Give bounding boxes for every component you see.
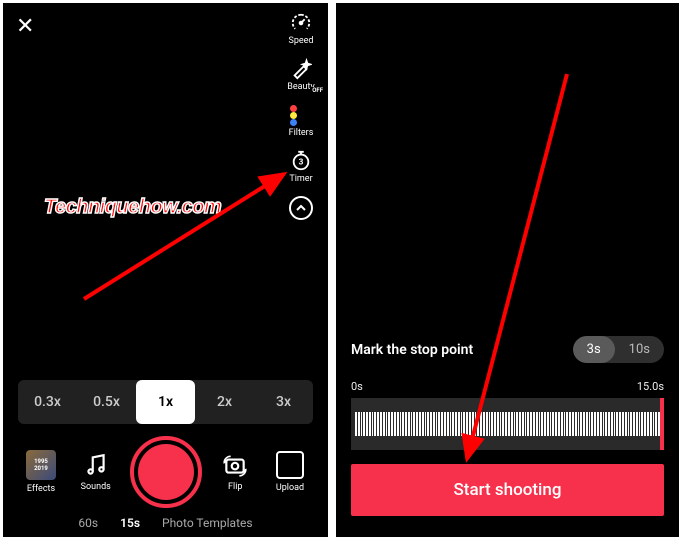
countdown-toggle: 3s 10s (573, 336, 664, 363)
tool-label: Filters (289, 128, 314, 138)
effects-label: Effects (27, 484, 55, 494)
speedometer-icon (290, 12, 312, 34)
stop-point-row: Mark the stop point 3s 10s (351, 336, 664, 363)
speed-1x[interactable]: 1x (136, 380, 195, 424)
filters-icon (290, 104, 312, 126)
tool-label: Speed (288, 36, 313, 46)
close-icon[interactable]: ✕ (16, 14, 34, 39)
countdown-3s[interactable]: 3s (573, 336, 615, 363)
stop-point-handle[interactable] (660, 398, 664, 450)
flip-camera-icon (222, 452, 248, 478)
mode-15s[interactable]: 15s (120, 516, 140, 530)
time-range-labels: 0s 15.0s (351, 380, 664, 393)
waveform-track[interactable] (351, 398, 664, 450)
start-shooting-button[interactable]: Start shooting (351, 464, 664, 516)
waveform-bars (351, 412, 664, 436)
upload-button[interactable]: Upload (269, 451, 311, 493)
upload-label: Upload (276, 483, 304, 493)
sounds-button[interactable]: Sounds (75, 452, 117, 492)
effects-button[interactable]: 19952019 Effects (20, 450, 62, 494)
stop-point-label: Mark the stop point (351, 342, 473, 358)
record-button[interactable] (130, 436, 202, 508)
timer-icon: 3 (290, 150, 312, 172)
speed-2x[interactable]: 2x (195, 380, 254, 424)
filters-tool[interactable]: Filters (281, 104, 321, 138)
beauty-tool[interactable]: OFF Beauty (281, 58, 321, 92)
flip-label: Flip (228, 482, 242, 492)
record-inner (138, 444, 194, 500)
beauty-off-badge: OFF (310, 87, 325, 94)
speed-tool[interactable]: Speed (281, 12, 321, 46)
collapse-tools-button[interactable] (289, 196, 313, 220)
speed-0.5x[interactable]: 0.5x (77, 380, 136, 424)
speed-selector: 0.3x 0.5x 1x 2x 3x (18, 380, 313, 424)
timer-panel: Mark the stop point 3s 10s 0s 15.0s Star… (336, 3, 679, 537)
camera-tools: Speed OFF Beauty Filters 3 Timer (281, 12, 321, 220)
bottom-toolbar: 19952019 Effects Sounds Flip Upload (4, 436, 327, 508)
svg-text:3: 3 (299, 158, 304, 168)
countdown-10s[interactable]: 10s (615, 336, 664, 363)
tool-label: Timer (289, 174, 312, 184)
time-start-label: 0s (351, 380, 363, 393)
speed-3x[interactable]: 3x (254, 380, 313, 424)
mode-selector: 60s 15s Photo Templates (4, 516, 327, 530)
upload-icon (276, 451, 304, 479)
flip-button[interactable]: Flip (214, 452, 256, 492)
annotation-arrow-timer (64, 159, 304, 309)
effects-thumbnail: 19952019 (26, 450, 56, 480)
mode-photo-templates[interactable]: Photo Templates (162, 516, 253, 530)
watermark-text: Techniquehow.com (44, 196, 221, 219)
sounds-label: Sounds (81, 482, 111, 492)
mode-60s[interactable]: 60s (78, 516, 98, 530)
magic-wand-icon (290, 58, 312, 80)
timer-tool[interactable]: 3 Timer (281, 150, 321, 184)
chevron-up-icon (296, 203, 306, 213)
speed-0.3x[interactable]: 0.3x (18, 380, 77, 424)
time-end-label: 15.0s (637, 380, 664, 393)
music-note-icon (83, 452, 109, 478)
camera-screen: ✕ Speed OFF Beauty Filters 3 Timer Techn… (3, 3, 328, 537)
